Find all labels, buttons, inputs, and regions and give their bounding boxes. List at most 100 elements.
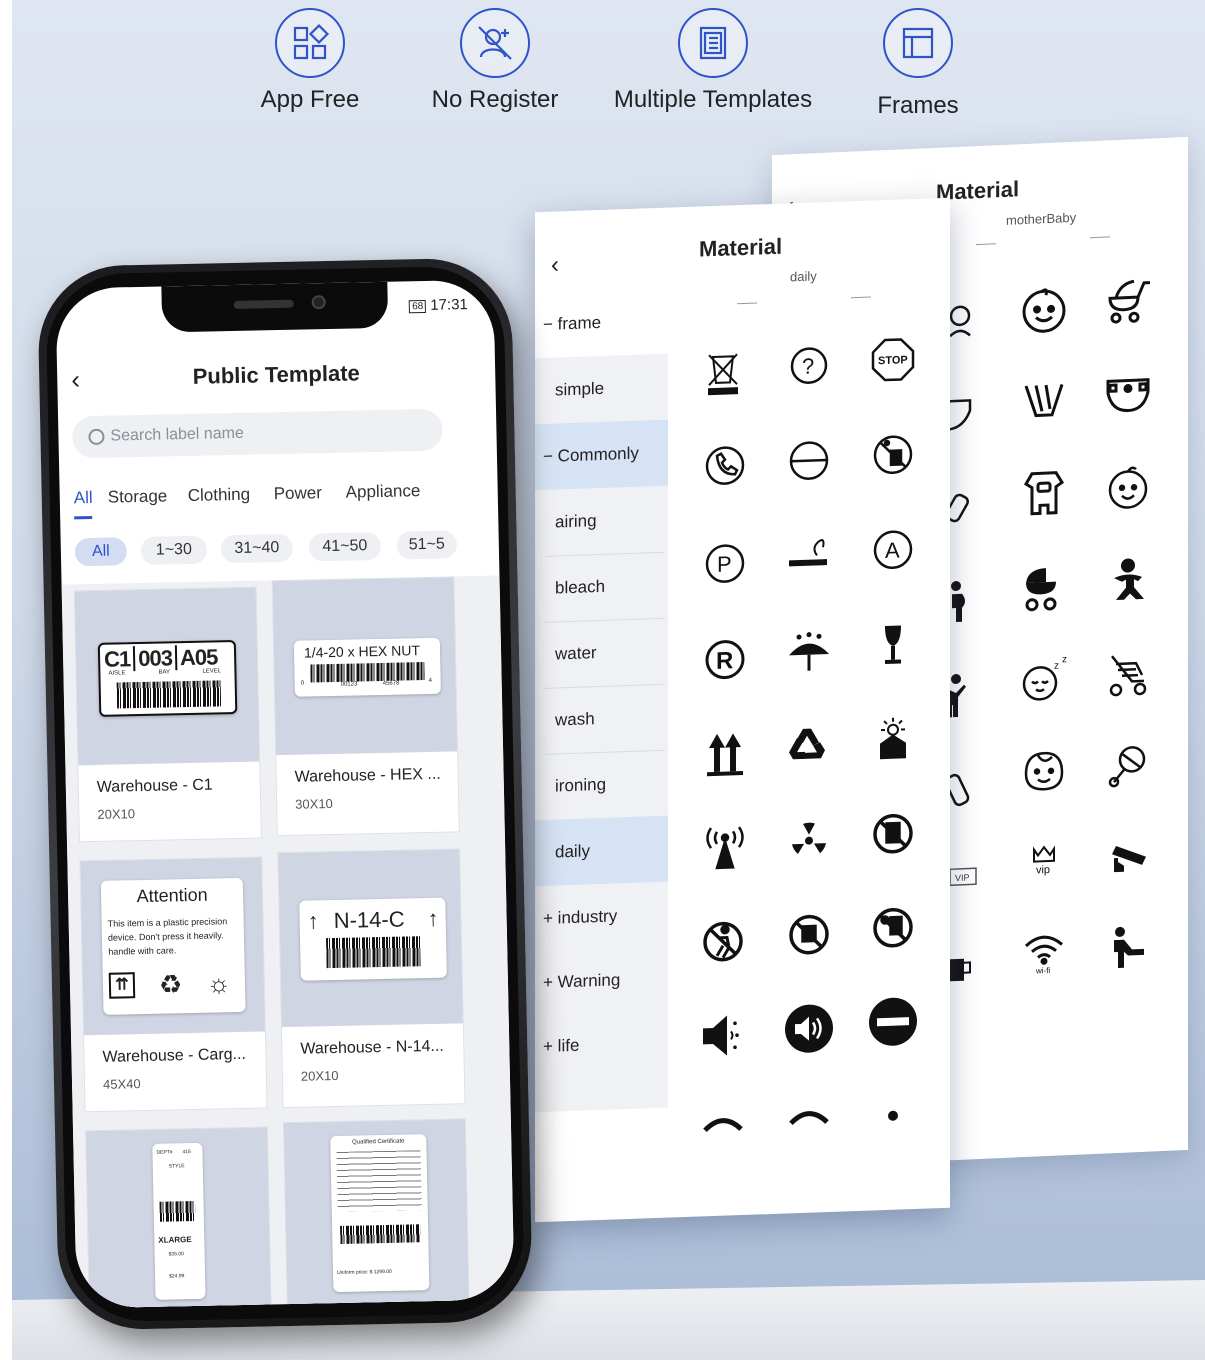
template-card[interactable]: DEPT# 415 STYLE XLARGE $35.00 $24.99 <box>84 1126 273 1309</box>
chip-1-30[interactable]: 1~30 <box>140 535 208 565</box>
sidebar-item-commonly[interactable]: − Commonly <box>535 419 668 491</box>
no-handling-icon[interactable] <box>863 897 923 959</box>
sleeping-baby-icon[interactable]: zz <box>1014 648 1074 711</box>
wifi-icon[interactable]: wi-fi <box>1014 922 1074 985</box>
template-card[interactable]: C1 003 A05 AISLE BAY LEVEL Warehouse - C1 … <box>73 586 262 843</box>
baby-hold-icon[interactable] <box>942 290 1002 353</box>
letter-a-icon[interactable]: A <box>863 519 923 581</box>
template-size: 20X10 <box>97 806 136 822</box>
speaker-loud-icon[interactable] <box>779 998 839 1060</box>
partial-icon[interactable] <box>863 1071 923 1133</box>
baby-carriage-icon[interactable] <box>1014 557 1074 620</box>
sidebar-item-frame[interactable]: − frame <box>535 287 668 359</box>
bottle-icon[interactable] <box>942 475 1002 538</box>
svg-text:z: z <box>1054 661 1059 672</box>
baby-face-2-icon[interactable] <box>1014 740 1074 803</box>
barcode <box>340 1224 421 1244</box>
recycle-icon[interactable] <box>779 716 839 778</box>
sidebar-item-airing[interactable]: airing <box>535 486 668 557</box>
child-icon[interactable] <box>942 665 1002 728</box>
no-pedestrians-icon[interactable] <box>693 911 753 973</box>
rattle-icon[interactable] <box>1098 734 1158 797</box>
template-card[interactable]: ↑ N-14-C ↑ Warehouse - N-14... 20X10 <box>277 848 466 1109</box>
chip-51-5[interactable]: 51~5 <box>396 530 458 560</box>
sidebar-item-water[interactable]: water <box>535 618 668 689</box>
baby-changing-icon[interactable] <box>1098 916 1158 979</box>
template-card[interactable]: Qualified Certificate Uniform price: $ 1… <box>282 1118 471 1309</box>
baby-smile-icon[interactable] <box>1098 456 1158 519</box>
stroller-icon[interactable] <box>1098 270 1158 333</box>
chip-all[interactable]: All <box>74 537 128 567</box>
partial-icon[interactable] <box>779 1078 839 1140</box>
sun-icon: ☼ <box>206 968 232 999</box>
no-trolley-icon[interactable] <box>779 904 839 966</box>
back-button[interactable]: ‹ <box>551 251 559 279</box>
sidebar-item-bleach[interactable]: bleach <box>535 552 668 623</box>
search-input[interactable]: Search label name <box>72 408 443 459</box>
no-drinks-icon[interactable] <box>863 803 923 865</box>
sidebar-item-warning[interactable]: + Warning <box>535 946 668 1017</box>
tab-storage[interactable]: Storage <box>108 486 168 507</box>
label-preview-c1: C1 003 A05 AISLE BAY LEVEL <box>97 639 238 717</box>
no-bin-icon[interactable] <box>693 340 753 402</box>
certificate-text-lines <box>336 1150 422 1212</box>
sidebar-item-industry[interactable]: + industry <box>535 882 668 953</box>
radiation-icon[interactable] <box>779 810 839 872</box>
camera <box>311 295 326 310</box>
onesie-icon[interactable] <box>1014 462 1074 525</box>
sidebar-item-life[interactable]: + life <box>535 1010 668 1081</box>
keep-from-sunlight-icon[interactable] <box>863 709 923 771</box>
template-name: Warehouse - C1 <box>96 776 213 796</box>
tab-power[interactable]: Power <box>274 483 323 504</box>
chip-31-40[interactable]: 31~40 <box>220 533 294 564</box>
no-littering-icon[interactable] <box>863 424 923 486</box>
parking-icon[interactable]: P <box>695 533 755 595</box>
bottle-2-icon[interactable] <box>942 757 1002 820</box>
vip-badge-text: VIP <box>955 872 970 883</box>
cctv-camera-icon[interactable] <box>1098 826 1158 889</box>
registered-icon[interactable]: R <box>695 629 755 691</box>
fragile-glass-icon[interactable] <box>863 615 923 677</box>
tab-clothing[interactable]: Clothing <box>188 485 251 506</box>
arrow-up-icon: ↑ <box>427 905 439 932</box>
vip-crown-icon[interactable]: vip <box>1014 832 1074 895</box>
template-thumbnail: ↑ N-14-C ↑ <box>278 849 463 1028</box>
tab-appliance[interactable]: Appliance <box>345 481 420 503</box>
this-way-up-icon[interactable] <box>695 723 755 785</box>
pregnant-icon[interactable] <box>942 570 1002 633</box>
document-list-icon <box>678 8 748 78</box>
pushchair-icon[interactable] <box>1098 642 1158 705</box>
template-card[interactable]: Attention This item is a plastic precisi… <box>79 856 268 1113</box>
template-thumbnail: 1/4-20 x HEX NUT 0 00123 45678 4 <box>272 577 458 756</box>
diaper-3-icon[interactable] <box>1098 363 1158 426</box>
sidebar-item-daily[interactable]: daily <box>535 815 668 887</box>
vip-text: vip <box>1036 864 1050 877</box>
stop-sign-icon[interactable]: STOP <box>863 329 923 391</box>
diaper-icon[interactable] <box>942 383 1002 446</box>
partial-icon[interactable] <box>693 1085 753 1147</box>
sidebar-item-simple[interactable]: simple <box>535 354 668 425</box>
diaper-2-icon[interactable] <box>1014 370 1074 433</box>
feature-label: Frames <box>877 92 959 119</box>
phone-icon[interactable] <box>695 435 755 497</box>
no-entry-outline-icon[interactable] <box>779 430 839 492</box>
size-filter-chips: All 1~30 31~40 41~50 51~5 <box>74 529 515 570</box>
sidebar-item-ironing[interactable]: ironing <box>535 750 668 821</box>
chip-41-50[interactable]: 41~50 <box>308 531 382 562</box>
svg-text:z: z <box>1062 654 1067 665</box>
question-icon[interactable]: ? <box>779 335 839 397</box>
tab-all[interactable]: All <box>74 488 93 508</box>
no-entry-icon[interactable] <box>863 991 923 1053</box>
antenna-icon[interactable] <box>695 817 755 879</box>
smoking-icon[interactable] <box>779 525 839 587</box>
kettle-icon[interactable] <box>942 937 1002 1000</box>
feature-label: No Register <box>431 86 559 113</box>
baby-face-icon[interactable] <box>1014 278 1074 341</box>
sidebar-item-wash[interactable]: wash <box>535 684 668 755</box>
baby-sitting-icon[interactable] <box>1098 550 1158 613</box>
keep-dry-umbrella-icon[interactable] <box>779 622 839 684</box>
speaker-low-icon[interactable] <box>693 1005 753 1067</box>
material-panel-daily: ‹ Material daily − frame simple − Common… <box>535 197 950 1223</box>
feature-frames: Frames <box>858 8 978 120</box>
template-card[interactable]: 1/4-20 x HEX NUT 0 00123 45678 4 Warehou… <box>271 576 460 837</box>
